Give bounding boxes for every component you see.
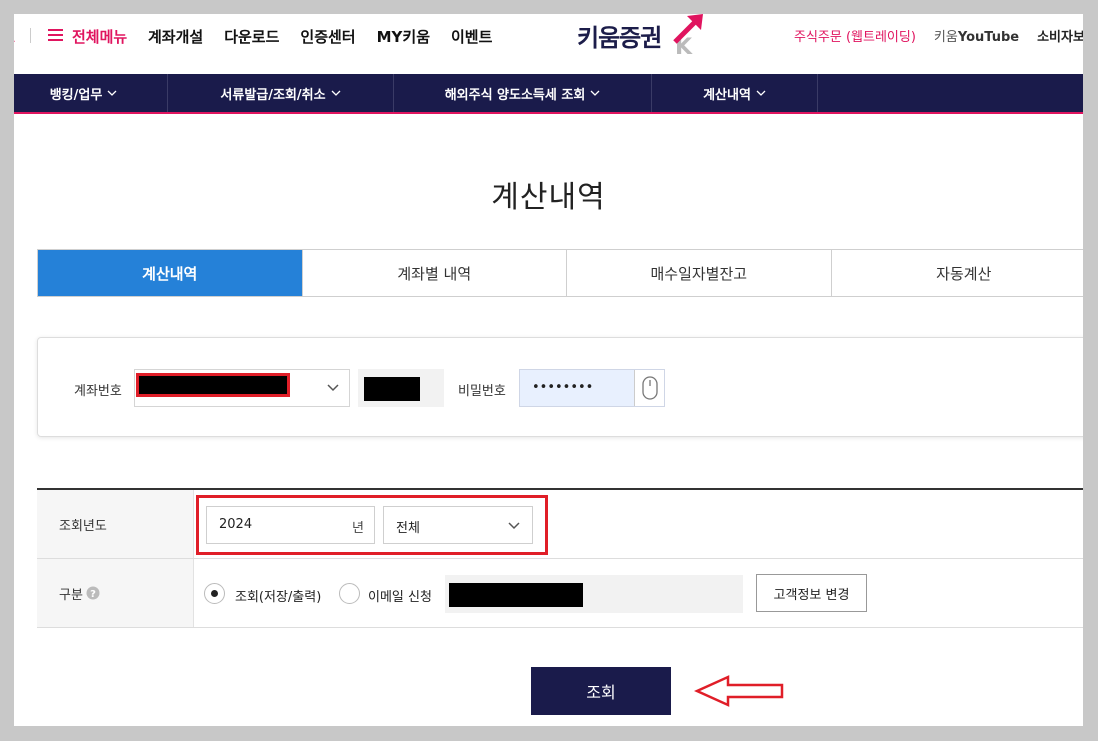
account-select[interactable] (134, 369, 350, 407)
chevron-down-icon (331, 90, 341, 96)
change-customer-info-button[interactable]: 고객정보 변경 (756, 574, 867, 612)
tab-by-purchase-date[interactable]: 매수일자별잔고 (567, 250, 832, 296)
utility-links: 주식주문 (웹트레이딩) 키움YouTube 소비자보호포 (794, 26, 1083, 45)
tab-auto-calculation[interactable]: 자동계산 (831, 250, 1083, 296)
youtube-brand: YouTube (957, 30, 1020, 45)
subnav-documents[interactable]: 서류발급/조회/취소 (168, 74, 394, 112)
annotation-arrow-icon (694, 675, 784, 707)
year-row: 조회년도 2024 년 전체 (37, 490, 1083, 559)
password-input[interactable]: •••••••• (519, 369, 665, 407)
tab-calculation[interactable]: 계산내역 (38, 250, 303, 296)
mouse-icon (642, 376, 658, 400)
search-icon[interactable] (14, 26, 16, 44)
search-form: 조회년도 2024 년 전체 구분 ? 조회(저장/출력) 이메일 신청 고객정… (37, 488, 1083, 628)
period-value: 전체 (396, 521, 420, 536)
help-icon[interactable]: ? (86, 586, 100, 600)
subnav-label: 서류발급/조회/취소 (220, 87, 326, 103)
radio-email[interactable] (339, 583, 360, 604)
account-label: 계좌번호 (74, 384, 122, 399)
year-input[interactable]: 2024 년 (206, 506, 375, 544)
year-value: 2024 (219, 517, 253, 532)
redacted-account-number (136, 373, 290, 397)
nav-item-event[interactable]: 이벤트 (451, 26, 492, 47)
subnav-overseas-tax[interactable]: 해외주식 양도소득세 조회 (394, 74, 652, 112)
tab-bar: 계산내역 계좌별 내역 매수일자별잔고 자동계산 (37, 249, 1083, 297)
web-trading-link[interactable]: 주식주문 (웹트레이딩) (794, 26, 916, 45)
top-nav: 계좌개설 다운로드 인증센터 MY키움 이벤트 (148, 26, 492, 47)
svg-text:?: ? (90, 589, 96, 600)
year-label: 조회년도 (37, 490, 194, 558)
nav-item-download[interactable]: 다운로드 (224, 26, 279, 47)
redacted-account-name (364, 377, 420, 401)
youtube-prefix: 키움 (933, 30, 958, 45)
redacted-email (449, 583, 583, 607)
account-panel: 계좌번호 비밀번호 •••••••• (37, 337, 1083, 437)
sub-nav: 뱅킹/업무 서류발급/조회/취소 해외주식 양도소득세 조회 계산내역 (14, 74, 1083, 114)
radio-view-save[interactable] (204, 583, 225, 604)
radio-email-label[interactable]: 이메일 신청 (368, 586, 432, 605)
virtual-keyboard-button[interactable] (634, 370, 664, 406)
subnav-banking[interactable]: 뱅킹/업무 (14, 74, 168, 112)
hamburger-icon[interactable] (48, 29, 63, 41)
nav-item-my-kiwoom[interactable]: MY키움 (377, 26, 430, 47)
year-label-text: 조회년도 (59, 518, 107, 534)
subnav-calculation[interactable]: 계산내역 (652, 74, 818, 112)
type-label: 구분 ? (37, 559, 194, 627)
page-content: 전체메뉴 계좌개설 다운로드 인증센터 MY키움 이벤트 키움증권 K 주식주문… (14, 14, 1083, 726)
type-label-text: 구분 (59, 587, 83, 603)
divider (30, 28, 31, 43)
year-unit: 년 (352, 521, 364, 536)
chevron-down-icon (327, 384, 339, 392)
radio-view-label[interactable]: 조회(저장/출력) (235, 586, 321, 605)
page-title: 계산내역 (491, 180, 606, 215)
email-field (445, 575, 743, 613)
menu-all-link[interactable]: 전체메뉴 (72, 26, 127, 47)
youtube-link[interactable]: 키움YouTube (934, 26, 1019, 45)
subnav-label: 뱅킹/업무 (49, 87, 103, 103)
chevron-down-icon (756, 90, 766, 96)
nav-item-certificate-center[interactable]: 인증센터 (300, 26, 355, 47)
type-row: 구분 ? 조회(저장/출력) 이메일 신청 고객정보 변경 (37, 559, 1083, 628)
subnav-label: 계산내역 (703, 87, 751, 103)
subnav-label: 해외주식 양도소득세 조회 (444, 87, 586, 103)
logo-arrow-icon: K (673, 14, 703, 56)
chevron-down-icon (590, 90, 600, 96)
chevron-down-icon (508, 522, 520, 530)
period-select[interactable]: 전체 (383, 506, 533, 544)
search-button[interactable]: 조회 (531, 667, 671, 715)
password-value: •••••••• (532, 380, 594, 395)
kiwoom-logo[interactable]: 키움증권 K (577, 14, 707, 58)
consumer-protection-link[interactable]: 소비자보호포 (1037, 26, 1083, 45)
nav-item-account-open[interactable]: 계좌개설 (148, 26, 203, 47)
chevron-down-icon (107, 90, 117, 96)
tab-by-account[interactable]: 계좌별 내역 (302, 250, 568, 296)
account-sub-field (358, 369, 444, 407)
password-label: 비밀번호 (458, 384, 506, 399)
